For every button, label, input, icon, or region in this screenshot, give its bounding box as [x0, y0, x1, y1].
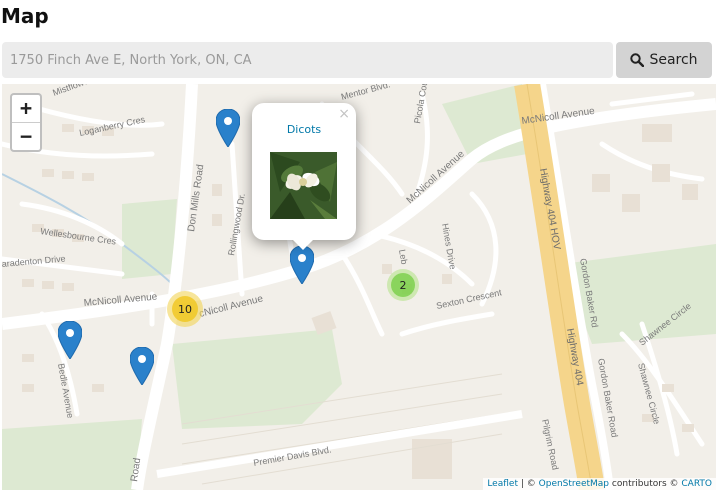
search-icon [630, 53, 645, 67]
map-marker-icon[interactable] [130, 347, 154, 385]
cluster-count: 2 [391, 273, 415, 297]
street-label: Mentor Blvd. [340, 84, 391, 102]
carto-link[interactable]: CARTO [681, 479, 712, 489]
street-label: Wellesbourne Cres [40, 226, 118, 247]
map-marker-icon[interactable] [290, 246, 314, 284]
zoom-in-button[interactable]: + [12, 95, 40, 123]
popup-close-button[interactable]: × [338, 106, 350, 122]
popup-tip [292, 239, 314, 250]
map-marker-icon[interactable] [216, 109, 240, 147]
park-area [122, 199, 177, 279]
don-mills-road [131, 84, 198, 490]
street-label: Leb [397, 249, 409, 266]
park-area [2, 419, 142, 490]
map-attribution: Leaflet | © OpenStreetMap contributors ©… [483, 478, 716, 490]
search-button[interactable]: Search [616, 42, 712, 78]
marker-popup: × Dicots [252, 103, 356, 240]
search-bar: Search [0, 42, 722, 78]
osm-link[interactable]: OpenStreetMap [539, 479, 609, 489]
leaflet-link[interactable]: Leaflet [487, 479, 518, 489]
map[interactable]: Mistflower Loganberry Cres Wellesbourne … [2, 84, 716, 490]
cluster-count: 10 [172, 296, 198, 322]
marker-cluster[interactable]: 2 [387, 269, 419, 301]
search-input[interactable] [2, 42, 613, 78]
street-label: Pilgrim Road [540, 418, 560, 470]
street-label: Sexton Crescent [435, 287, 503, 311]
search-button-label: Search [649, 52, 698, 68]
map-marker-icon[interactable] [58, 321, 82, 359]
zoom-out-button[interactable]: − [12, 123, 40, 150]
map-tiles[interactable]: Mistflower Loganberry Cres Wellesbourne … [2, 84, 716, 490]
street-label: Rollingwood Dr. [226, 193, 247, 257]
flower-photo[interactable] [270, 152, 337, 219]
marker-cluster[interactable]: 10 [167, 291, 203, 327]
page-title: Map [1, 4, 49, 28]
attribution-separator: | © [520, 479, 536, 489]
popup-title-link[interactable]: Dicots [252, 123, 356, 136]
zoom-control: + − [10, 93, 42, 152]
street-label: Mistflower [51, 84, 92, 98]
attribution-contributors: contributors © [611, 479, 679, 489]
park-area [172, 329, 342, 429]
